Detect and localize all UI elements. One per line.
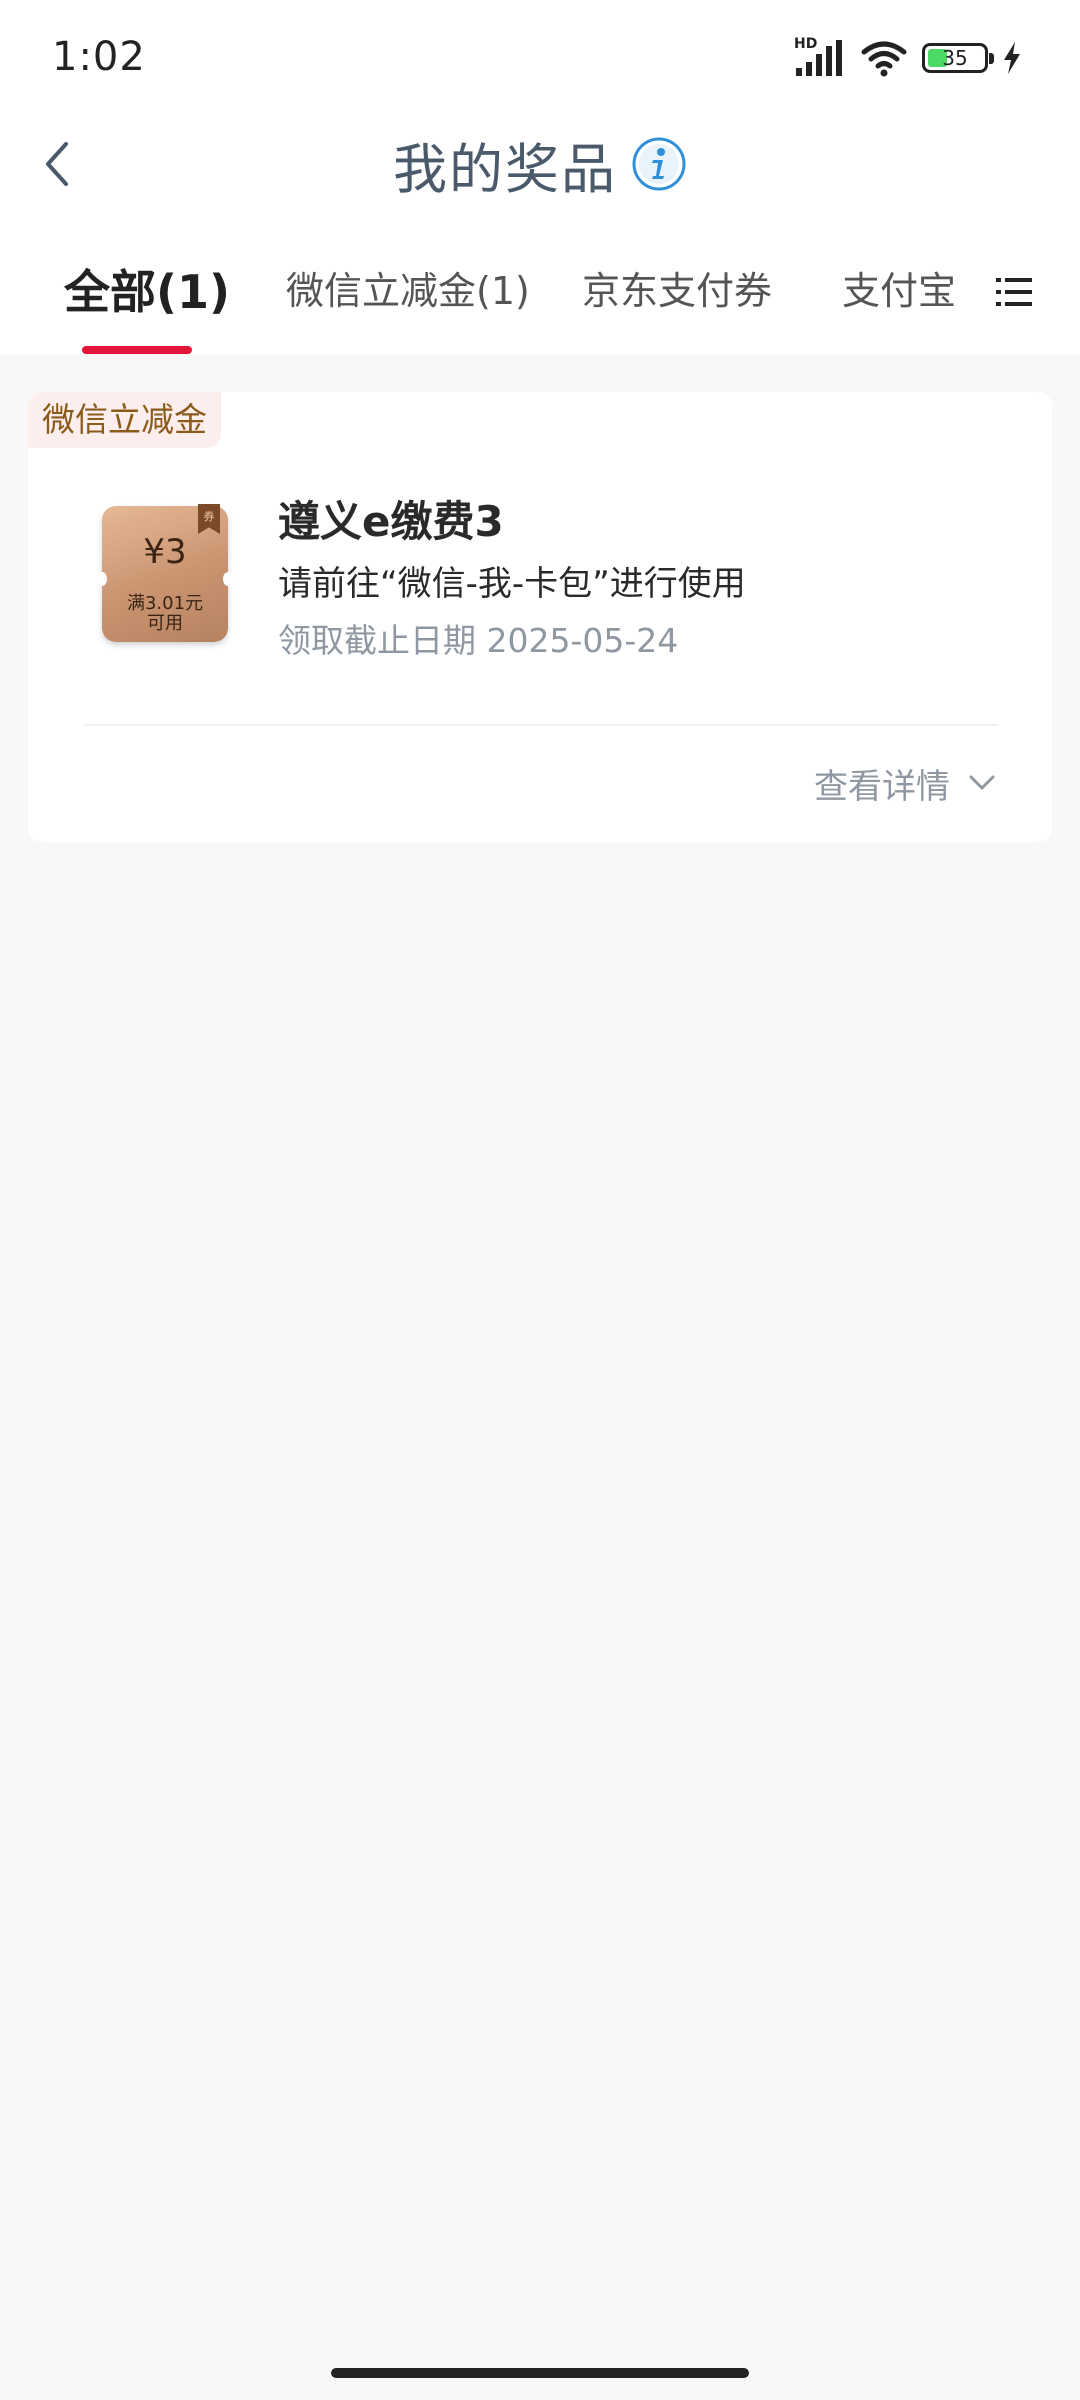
tab-all[interactable]: 全部(1) (64, 256, 230, 322)
category-tag: 微信立减金 (28, 392, 221, 448)
status-time: 1:02 (52, 34, 146, 80)
network-label: HD (794, 36, 818, 52)
coupon-icon: 券 ¥3 满3.01元 可用 (97, 504, 233, 642)
chevron-down-icon (969, 775, 995, 790)
coupon-ribbon-text: 券 (203, 510, 215, 523)
battery-icon: 35 (922, 43, 994, 73)
tab-alipay[interactable]: 支付宝 (842, 260, 956, 315)
tab-bar: 全部(1) 微信立减金(1) 京东支付券 支付宝 (0, 250, 1080, 354)
active-tab-indicator (82, 346, 192, 354)
tab-jd-pay-coupon[interactable]: 京东支付券 (582, 260, 772, 315)
list-icon[interactable] (994, 272, 1034, 312)
coupon-condition: 满3.01元 可用 (102, 594, 228, 634)
view-details-label: 查看详情 (814, 766, 950, 807)
page-title: 我的奖品 (393, 137, 617, 201)
signal-icon: HD (794, 36, 846, 78)
view-details-button[interactable]: 查看详情 (814, 758, 996, 808)
header: 我的奖品 (0, 128, 1080, 201)
coupon-condition-line2: 可用 (147, 613, 183, 634)
charging-icon (1004, 42, 1020, 74)
coupon-amount: ¥3 (143, 532, 187, 572)
status-icons: HD 35 (794, 36, 1022, 78)
tab-wechat-discount[interactable]: 微信立减金(1) (286, 260, 530, 315)
battery-level: 35 (942, 46, 968, 70)
info-icon[interactable] (631, 136, 687, 192)
home-indicator[interactable] (331, 2368, 749, 2378)
prize-card[interactable]: 微信立减金 券 ¥3 满3.01元 可用 遵义e缴费3 请前往“微信-我-卡包”… (28, 392, 1052, 842)
wifi-icon (861, 41, 907, 77)
prize-title: 遵义e缴费3 (278, 497, 504, 546)
prize-usage-hint: 请前往“微信-我-卡包”进行使用 (278, 564, 746, 604)
prize-deadline: 领取截止日期 2025-05-24 (278, 621, 679, 660)
coupon-condition-line1: 满3.01元 (126, 593, 204, 614)
divider (84, 724, 998, 726)
